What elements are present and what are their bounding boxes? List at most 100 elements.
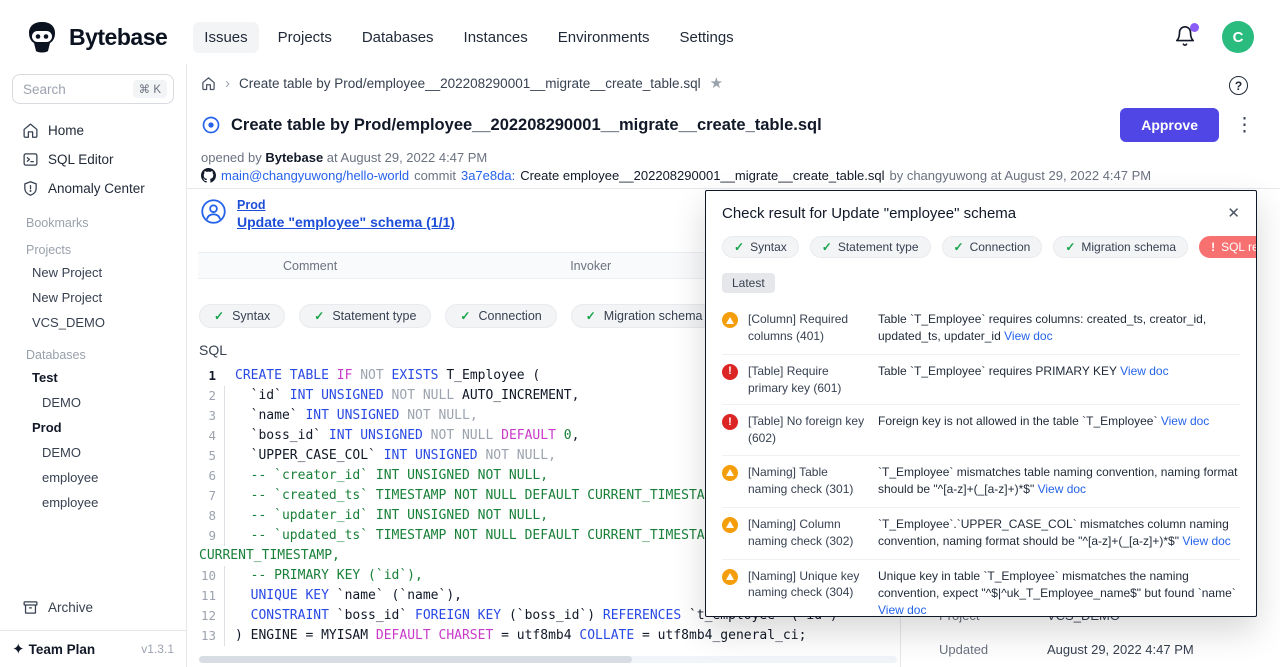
error-icon: ! — [722, 414, 738, 430]
line-number: 3 — [199, 406, 225, 426]
sql-section-label: SQL — [199, 342, 227, 358]
star-icon[interactable]: ★ — [710, 74, 723, 92]
check-pill-migration-schema[interactable]: ✓Migration schema — [571, 304, 718, 328]
sidebar-item-new-project[interactable]: New Project — [0, 285, 186, 310]
check-pill-syntax[interactable]: ✓Syntax — [199, 304, 285, 328]
sidebar-item-home[interactable]: Home — [0, 116, 186, 145]
tab-environments[interactable]: Environments — [547, 22, 661, 53]
modal-checks: ✓Syntax ✓Statement type ✓ Connection ✓Migrat… — [706, 233, 1256, 258]
sidebar-item-demo[interactable]: DEMO — [0, 390, 186, 415]
view-doc-link[interactable]: View doc — [1120, 364, 1168, 378]
sidebar-item-prod[interactable]: Prod — [0, 415, 186, 440]
help-button[interactable]: ? — [1229, 76, 1248, 95]
scrollbar-thumb[interactable] — [199, 656, 632, 663]
topnav-tabs: Issues Projects Databases Instances Environm… — [193, 22, 744, 53]
tab-instances[interactable]: Instances — [453, 22, 539, 53]
check-icon: ✓ — [954, 240, 964, 254]
line-number: 13 — [199, 626, 225, 646]
check-pill-statement-type[interactable]: ✓Statement type — [299, 304, 431, 328]
plan-label[interactable]: Team Plan — [29, 642, 96, 657]
sidebar-item-archive[interactable]: Archive — [0, 592, 186, 623]
sidebar-item-employee[interactable]: employee — [0, 465, 186, 490]
approve-button[interactable]: Approve — [1120, 108, 1219, 142]
view-doc-link[interactable]: View doc — [1182, 534, 1230, 548]
warning-icon — [722, 569, 738, 585]
tab-settings[interactable]: Settings — [668, 22, 744, 53]
sidebar-item-label: Anomaly Center — [48, 181, 145, 196]
archive-box-icon — [22, 599, 39, 616]
check-pill-migration-schema[interactable]: ✓Migration schema — [1053, 236, 1188, 258]
kebab-menu-icon[interactable]: ⋮ — [1235, 116, 1254, 135]
avatar-letter: C — [1233, 29, 1244, 46]
view-doc-link[interactable]: View doc — [1004, 329, 1052, 343]
sidebar-item-demo[interactable]: DEMO — [0, 440, 186, 465]
updated-field: Updated August 29, 2022 4:47 PM — [939, 642, 1194, 657]
search-shortcut: ⌘ K — [133, 80, 167, 98]
check-pill-sql-review[interactable]: ! SQL review — [1199, 236, 1257, 258]
check-pill-statement-type[interactable]: ✓Statement type — [810, 236, 931, 258]
terminal-icon — [22, 151, 39, 168]
sidebar-item-sql-editor[interactable]: SQL Editor — [0, 145, 186, 174]
tab-issues[interactable]: Issues — [193, 22, 258, 53]
line-number: 7 — [199, 486, 225, 506]
breadcrumb-title[interactable]: Create table by Prod/employee__202208290… — [239, 76, 701, 91]
modal-rows: [Column] Required columns (401)Table `T_… — [722, 303, 1240, 617]
stage-task-link[interactable]: Update "employee" schema (1/1) — [237, 214, 455, 230]
line-number: 1 — [199, 366, 225, 386]
view-doc-link[interactable]: View doc — [878, 603, 926, 617]
check-pill-label: Connection — [478, 309, 541, 323]
check-pill-label: SQL review — [1221, 240, 1257, 254]
tab-projects[interactable]: Projects — [267, 22, 343, 53]
search-box[interactable]: ⌘ K — [12, 74, 174, 104]
topnav-right: C — [1174, 21, 1254, 53]
rule-name: [Naming] Unique key naming check (304) — [748, 568, 868, 602]
check-pill-connection[interactable]: ✓Connection — [445, 304, 556, 328]
sparkles-icon: ✦ — [12, 640, 25, 658]
shield-icon — [22, 180, 39, 197]
bytebase-logo[interactable]: Bytebase — [24, 19, 167, 55]
search-input[interactable] — [23, 82, 123, 97]
updated-value: August 29, 2022 4:47 PM — [1047, 642, 1194, 657]
check-pill-syntax[interactable]: ✓Syntax — [722, 236, 799, 258]
commit-message: Create employee__202208290001__migrate__… — [520, 168, 884, 183]
sidebar-item-vcs_demo[interactable]: VCS_DEMO — [0, 310, 186, 335]
check-icon: ✓ — [214, 309, 224, 323]
rule-name: [Naming] Column naming check (302) — [748, 516, 868, 550]
check-pill-connection[interactable]: ✓ Connection — [942, 236, 1043, 258]
notification-bell-button[interactable] — [1174, 25, 1198, 49]
rule-name: [Naming] Table naming check (301) — [748, 464, 868, 498]
commit-hash-link[interactable]: 3a7e8da: — [461, 168, 515, 183]
rule-description: Table `T_Employee` requires PRIMARY KEY … — [878, 363, 1240, 380]
issue-opened-line: opened by Bytebase at August 29, 2022 4:… — [201, 150, 487, 165]
sidebar-item-anomaly-center[interactable]: Anomaly Center — [0, 174, 186, 203]
horizontal-scrollbar[interactable] — [199, 656, 897, 663]
avatar[interactable]: C — [1222, 21, 1254, 53]
check-result-row: [Column] Required columns (401)Table `T_… — [722, 303, 1240, 354]
notification-dot — [1190, 23, 1199, 32]
stage-env-link[interactable]: Prod — [237, 198, 455, 212]
check-result-modal: Check result for Update "employee" schem… — [705, 190, 1257, 617]
code-line: 13) ENGINE = MYISAM DEFAULT CHARSET = ut… — [199, 626, 899, 646]
home-icon[interactable] — [201, 76, 216, 91]
view-doc-link[interactable]: View doc — [1038, 482, 1086, 496]
commit-branch-link[interactable]: main@changyuwong/hello-world — [221, 168, 409, 183]
sidebar-item-new-project[interactable]: New Project — [0, 260, 186, 285]
sidebar-item-employee[interactable]: employee — [0, 490, 186, 515]
home-icon — [22, 122, 39, 139]
view-doc-link[interactable]: View doc — [1161, 414, 1209, 428]
rule-description: Unique key in table `T_Employee` mismatc… — [878, 568, 1240, 617]
sidebar-section-title: Databases — [26, 348, 186, 362]
sidebar-sections: BookmarksProjectsNew ProjectNew ProjectV… — [0, 216, 186, 515]
sidebar-item-test[interactable]: Test — [0, 365, 186, 390]
fail-icon: ! — [1211, 240, 1215, 254]
issue-author: Bytebase — [265, 150, 323, 165]
line-number: 10 — [199, 566, 225, 586]
warning-icon — [722, 312, 738, 328]
sidebar-section-title: Projects — [26, 243, 186, 257]
latest-badge[interactable]: Latest — [722, 273, 775, 293]
line-number: 2 — [199, 386, 225, 406]
check-pill-label: Connection — [970, 240, 1031, 254]
close-icon[interactable]: ✕ — [1227, 204, 1240, 222]
check-result-row: [Naming] Unique key naming check (304) Un… — [722, 559, 1240, 617]
tab-databases[interactable]: Databases — [351, 22, 445, 53]
